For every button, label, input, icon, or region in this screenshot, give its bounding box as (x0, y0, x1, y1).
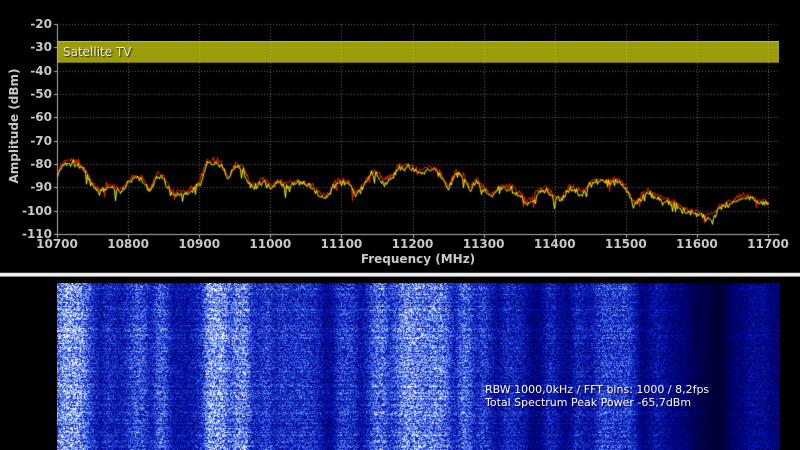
panel-splitter-handle[interactable] (0, 272, 800, 280)
x-tick-label: 11200 (381, 238, 445, 250)
x-tick-label: 11600 (665, 238, 729, 250)
x-tick-label: 10700 (25, 238, 89, 250)
x-tick-label: 10900 (167, 238, 231, 250)
x-tick-label: 11000 (238, 238, 302, 250)
waterfall-canvas[interactable] (57, 283, 780, 450)
x-tick-label: 11500 (594, 238, 658, 250)
y-tick-label: -100 (0, 205, 52, 217)
x-tick-label: 10800 (96, 238, 160, 250)
y-axis-title: Amplitude (dBm) (7, 68, 21, 183)
waterfall-panel: RBW 1000,0kHz / FFT bins: 1000 / 8,2fps … (0, 280, 800, 450)
status-rbw-fft-fps: RBW 1000,0kHz / FFT bins: 1000 / 8,2fps (485, 383, 709, 396)
x-tick-label: 11400 (523, 238, 587, 250)
sdr-app-window: Satellite TV -20-30-40-50-60-70-80-90-10… (0, 0, 800, 450)
y-tick-label: -30 (0, 41, 52, 53)
x-tick-label: 11300 (452, 238, 516, 250)
spectrum-plot-canvas[interactable] (0, 0, 800, 272)
x-tick-label: 11100 (309, 238, 373, 250)
y-tick-label: -20 (0, 18, 52, 30)
x-axis-title: Frequency (MHz) (0, 252, 800, 266)
status-overlay: RBW 1000,0kHz / FFT bins: 1000 / 8,2fps … (485, 383, 709, 409)
status-peak-power: Total Spectrum Peak Power -65,7dBm (485, 396, 709, 409)
spectrum-plot-panel: Satellite TV -20-30-40-50-60-70-80-90-10… (0, 0, 800, 272)
x-tick-label: 11700 (736, 238, 800, 250)
